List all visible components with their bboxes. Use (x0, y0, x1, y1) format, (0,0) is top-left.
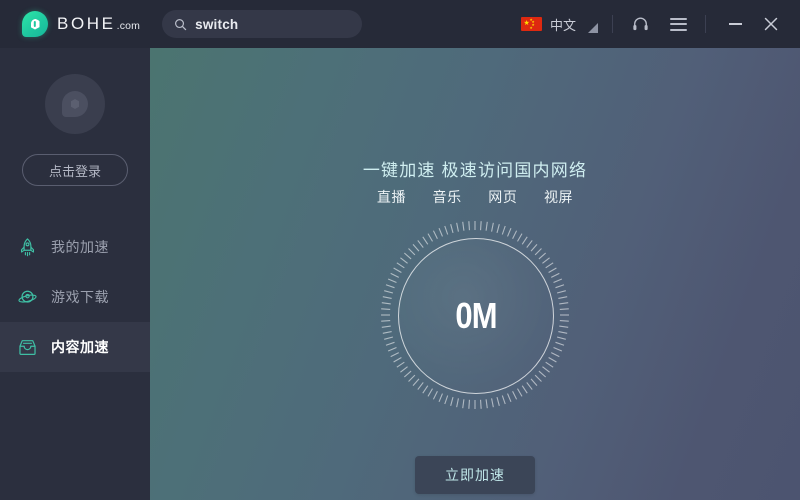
divider (705, 15, 706, 33)
login-button[interactable]: 点击登录 (22, 154, 128, 186)
search-input[interactable]: switch (162, 10, 363, 38)
close-button[interactable] (756, 9, 786, 39)
divider (612, 15, 613, 33)
accelerate-now-label: 立即加速 (445, 467, 505, 483)
avatar-placeholder-icon (62, 91, 88, 117)
speed-gauge: 0M (380, 220, 570, 410)
gauge-value: 0M (455, 295, 497, 336)
titlebar-controls: ★ ★ ★ ★ ★ 中文 (520, 0, 800, 48)
inbox-tray-icon (16, 336, 38, 358)
login-button-label: 点击登录 (48, 163, 101, 179)
headset-icon (632, 17, 648, 31)
china-flag-icon: ★ ★ ★ ★ ★ (520, 17, 542, 31)
language-label: 中文 (549, 17, 576, 33)
sidebar-nav: 我的加速 游戏下载 内容加速 (0, 222, 150, 372)
shield-droplet-logo-icon (22, 11, 48, 37)
tag-video[interactable]: 视屏 (544, 189, 573, 205)
minimize-button[interactable] (720, 9, 750, 39)
support-button[interactable] (627, 11, 653, 37)
search-icon (175, 18, 187, 30)
brand-suffix: .com (116, 20, 141, 32)
hamburger-menu-icon (669, 17, 687, 31)
window-body: 点击登录 我的加速 游戏下载 内容加速 一键加速 极速访问国内网络 直播 音乐 … (0, 48, 800, 500)
sidebar: 点击登录 我的加速 游戏下载 内容加速 (0, 48, 150, 500)
sidebar-item-content-acceleration[interactable]: 内容加速 (0, 322, 150, 372)
menu-button[interactable] (665, 11, 691, 37)
sidebar-item-label: 我的加速 (51, 239, 109, 255)
main-content: 一键加速 极速访问国内网络 直播 音乐 网页 视屏 0M 立即加速 (150, 48, 800, 500)
accelerate-now-button[interactable]: 立即加速 (415, 456, 535, 494)
sidebar-item-my-acceleration[interactable]: 我的加速 (0, 222, 150, 272)
tag-music[interactable]: 音乐 (433, 189, 462, 205)
category-tags: 直播 音乐 网页 视屏 (150, 187, 800, 207)
brand-name: BOHE (57, 14, 116, 33)
rocket-icon (16, 236, 38, 258)
application-window: BOHE .com switch ★ ★ ★ ★ ★ 中文 点击登录 我的加速 … (0, 0, 800, 500)
gauge-inner-circle: 0M (398, 238, 554, 394)
minimize-icon (728, 23, 742, 25)
title-bar: BOHE .com switch ★ ★ ★ ★ ★ 中文 (0, 0, 800, 48)
planet-icon (16, 286, 38, 308)
search-value: switch (195, 16, 239, 32)
language-selector[interactable]: ★ ★ ★ ★ ★ 中文 (520, 15, 598, 34)
close-icon (764, 17, 778, 31)
sidebar-item-label: 游戏下载 (51, 289, 109, 305)
sidebar-item-label: 内容加速 (51, 339, 109, 355)
tag-live[interactable]: 直播 (377, 189, 406, 205)
brand-logo[interactable]: BOHE .com (22, 11, 140, 37)
headline: 一键加速 极速访问国内网络 (362, 161, 588, 180)
tag-webpage[interactable]: 网页 (488, 189, 517, 205)
sidebar-item-game-download[interactable]: 游戏下载 (0, 272, 150, 322)
avatar[interactable] (45, 74, 105, 134)
chevron-down-icon (588, 22, 598, 33)
